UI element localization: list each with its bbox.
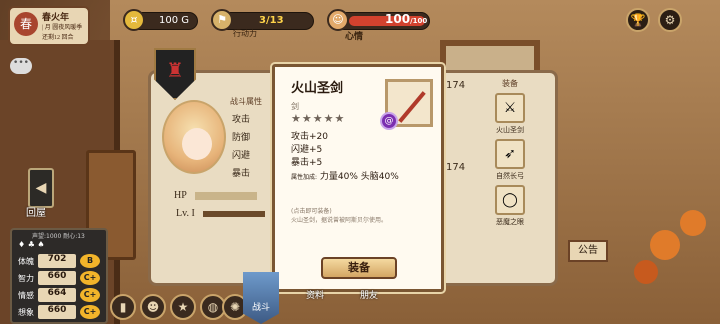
level-bar: Lv. I xyxy=(176,208,265,219)
energy-counter: ⚑ 3/13 行动力 xyxy=(211,9,314,38)
stat-label: 闪避 xyxy=(232,151,251,161)
bow-icon: ➶ xyxy=(504,146,516,162)
attribute-row: 智力 660 C+ xyxy=(16,271,106,286)
flag-icon: ⚑ xyxy=(211,9,233,31)
item-stars: ★★★★★ xyxy=(291,112,346,125)
season-rounds: 还剩12 回合 xyxy=(42,35,74,41)
season-badge[interactable]: 春 春火年 | 月 圆夜风暖季 还剩12 回合 xyxy=(8,6,90,46)
mood-value: 100/100 xyxy=(385,12,428,26)
attribute-row: 想象 660 C+ xyxy=(16,305,106,320)
spiral-gem-icon: @ xyxy=(380,112,398,130)
item-detail-popup: 火山圣剑 剑 ★★★★★ @ 攻击+20 闪避+5 暴击+5 属性加成: 力量4… xyxy=(272,64,444,292)
equip-slot-sword[interactable]: ⚔ xyxy=(495,93,525,123)
smiley-icon: ☺ xyxy=(327,9,349,31)
flower-plant xyxy=(630,210,720,324)
item-image: @ xyxy=(380,79,433,130)
sword-icon xyxy=(398,91,426,123)
sword-icon: ⚔ xyxy=(503,100,517,116)
item-name: 火山圣剑 xyxy=(291,81,344,96)
equip-slot-label: 恶魔之眼 xyxy=(496,218,524,226)
equip-slot-ring[interactable]: ◯ xyxy=(495,185,525,215)
notice-board[interactable]: 公告 xyxy=(568,240,608,262)
exit-button[interactable]: ◀ xyxy=(28,168,54,208)
equip-button[interactable]: 装备 xyxy=(321,257,397,279)
star-nav-button[interactable]: ★ xyxy=(170,294,196,320)
chat-bubble-icon[interactable]: ••• xyxy=(10,58,32,74)
item-bonus: 属性加成: 力量40% 头脑40% xyxy=(291,172,399,182)
attribute-row: 情感 664 C+ xyxy=(16,288,106,303)
attribute-row: 体魄 702 B xyxy=(16,254,106,269)
star-icon: ★ xyxy=(177,300,189,314)
friends-tab[interactable]: 朋友 xyxy=(360,288,378,312)
bag-icon: ◍ xyxy=(207,300,219,314)
trophy-icon: 🏆 xyxy=(630,13,646,27)
stat-list: 攻击 防御 闪避 暴击 xyxy=(232,112,250,184)
character-avatar xyxy=(162,100,226,174)
character-nav-button[interactable]: ☻ xyxy=(140,294,166,320)
attribute-panel: 声望:1000 耐心:13 ♦ ♣ ♠ 体魄 702 B 智力 660 C+ 情感 664… xyxy=(10,228,108,324)
equip-slot-bow[interactable]: ➶ xyxy=(495,139,525,169)
settings-button[interactable]: ⚙ xyxy=(658,8,682,32)
fight-tab[interactable]: 战斗 xyxy=(243,272,279,324)
trophy-button[interactable]: 🏆 xyxy=(626,8,650,32)
person-icon: ☻ xyxy=(146,300,160,314)
stats-nav-button[interactable]: ▮ xyxy=(110,294,136,320)
stat-label: 暴击 xyxy=(232,169,251,179)
season-sub: | 月 圆夜风暖季 xyxy=(42,25,83,31)
hp-bar: HP xyxy=(174,190,257,201)
exit-label: 回屋 xyxy=(26,208,46,219)
stat-label: 攻击 xyxy=(232,115,251,125)
stat-number: 174 xyxy=(446,162,466,173)
swirl-icon: ✺ xyxy=(229,300,241,314)
panel-header: 声望:1000 耐心:13 xyxy=(32,233,85,240)
item-description: (点击即可装备) 火山圣剑，据说曾被阿斯贝尔使用。 xyxy=(291,208,388,224)
battle-attr-header: 战斗属性 xyxy=(230,97,262,106)
equip-slot-label: 火山圣剑 xyxy=(496,126,524,134)
energy-label: 行动力 xyxy=(233,29,257,38)
item-type: 剑 xyxy=(291,102,299,111)
stat-label: 防御 xyxy=(232,133,251,143)
coin-counter: ¤ 100 G xyxy=(123,9,198,31)
coin-icon: ¤ xyxy=(123,9,145,31)
season-emblem: 春 xyxy=(14,12,38,36)
arrow-left-icon: ◀ xyxy=(35,180,47,196)
attribute-icons: ♦ ♣ ♠ xyxy=(18,240,45,249)
coin-value: 100 G xyxy=(158,15,189,26)
equipment-header: 装备 xyxy=(502,79,518,88)
item-attributes: 攻击+20 闪避+5 暴击+5 xyxy=(291,132,328,168)
bar-chart-icon: ▮ xyxy=(119,300,127,314)
gear-icon: ⚙ xyxy=(664,13,676,27)
energy-value: 3/13 xyxy=(259,15,284,26)
mood-label: 心情 xyxy=(345,32,364,42)
mood-counter: ☺ 100/100 心情 xyxy=(327,9,430,42)
ring-icon: ◯ xyxy=(502,192,518,208)
equipment-column: 装备 ⚔ 火山圣剑 ➶ 自然长弓 ◯ 恶魔之眼 xyxy=(484,78,536,231)
profile-tab[interactable]: 资料 xyxy=(306,288,324,312)
stat-number: 174 xyxy=(446,80,466,91)
equip-slot-label: 自然长弓 xyxy=(496,172,524,180)
